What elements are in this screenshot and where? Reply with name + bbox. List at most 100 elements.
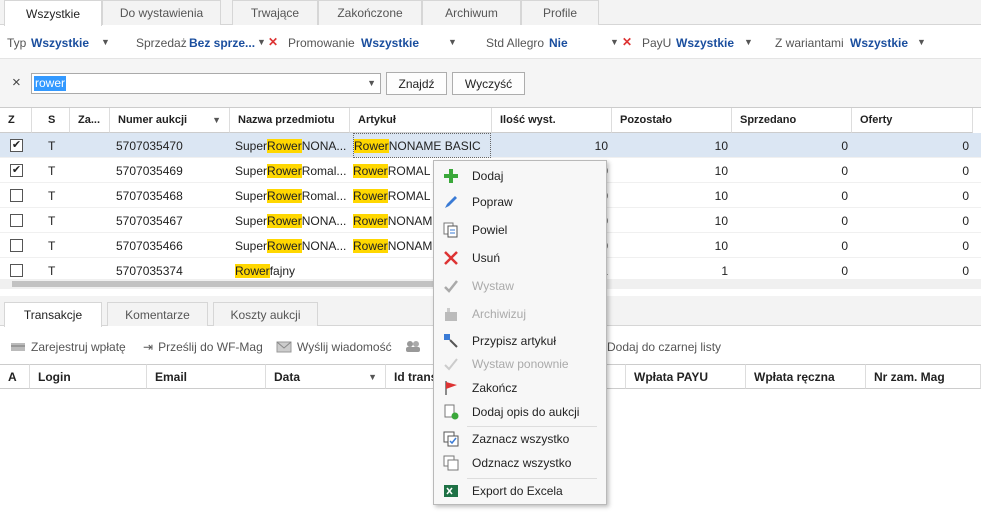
checkbox[interactable]: ✔ [10, 164, 23, 177]
menu-item[interactable]: Zaznacz wszystko [435, 427, 605, 451]
cell-pozostalo: 10 [714, 188, 728, 203]
row-checkbox[interactable] [10, 233, 30, 258]
cell-nazwa: Super Rower NONA... [235, 208, 349, 233]
checkbox[interactable] [10, 264, 23, 277]
menu-item[interactable]: Odznacz wszystko [435, 451, 605, 475]
find-button[interactable]: Znajdź [386, 72, 447, 95]
col-header-login[interactable]: Login [30, 364, 147, 389]
menu-item-label: Archiwizuj [472, 307, 527, 321]
checkbox[interactable] [10, 239, 23, 252]
col-header-za[interactable]: Za... [70, 108, 110, 133]
col-header-numer-aukcji[interactable]: Numer aukcji ▼ [110, 108, 230, 133]
search-highlight: Rower [267, 163, 302, 178]
tab-koszty-aukcji[interactable]: Koszty aukcji [213, 302, 318, 326]
filter-std-label: Std Allegro [486, 36, 545, 50]
col-header-wplata-reczna[interactable]: Wpłata ręczna [746, 364, 866, 389]
col-header-email[interactable]: Email [147, 364, 266, 389]
filter-payu-value[interactable]: Wszystkie [676, 36, 734, 50]
row-checkbox[interactable]: ✔ [10, 158, 30, 183]
chevron-down-icon[interactable]: ▼ [367, 78, 376, 88]
chevron-down-icon[interactable]: ▼ [448, 37, 457, 47]
menu-item-label: Zaznacz wszystko [472, 432, 570, 446]
users-icon[interactable] [404, 340, 422, 352]
col-header-sprzedano[interactable]: Sprzedano [732, 108, 852, 133]
col-header-nazwa[interactable]: Nazwa przedmiotu [230, 108, 350, 133]
checkbox[interactable]: ✔ [10, 139, 23, 152]
tab-trwajace[interactable]: Trwające [232, 0, 318, 25]
search-input[interactable]: rower ▼ [31, 73, 381, 94]
menu-item[interactable]: Przypisz artykuł [435, 329, 605, 353]
chevron-down-icon[interactable]: ▼ [610, 37, 619, 47]
filter-warianty-value[interactable]: Wszystkie [850, 36, 908, 50]
checkbox[interactable] [10, 214, 23, 227]
col-header-s[interactable]: S [32, 108, 70, 133]
excel-icon [443, 483, 459, 499]
col-header-nr-zam-mag[interactable]: Nr zam. Mag [866, 364, 981, 389]
menu-item: Wystaw [435, 274, 605, 298]
menu-item[interactable]: Dodaj [435, 164, 605, 188]
filter-std-value[interactable]: Nie [549, 36, 568, 50]
col-header-data[interactable]: Data ▼ [266, 364, 386, 389]
col-header-z[interactable]: Z [0, 108, 32, 133]
menu-item[interactable]: Dodaj opis do aukcji [435, 400, 605, 424]
col-header-label: Numer aukcji [118, 114, 188, 126]
col-header-wplata-payu[interactable]: Wpłata PAYU [626, 364, 746, 389]
menu-item[interactable]: Zakończ [435, 376, 605, 400]
clear-button[interactable]: Wyczyść [452, 72, 525, 95]
chevron-down-icon[interactable]: ▼ [744, 37, 753, 47]
filter-typ-value[interactable]: Wszystkie [31, 36, 89, 50]
tab-profile[interactable]: Profile [521, 0, 599, 25]
tab-transakcje[interactable]: Transakcje [4, 302, 102, 327]
register-payment-button[interactable]: Zarejestruj wpłatę [10, 340, 126, 354]
menu-separator [467, 426, 597, 427]
tab-do-wystawienia[interactable]: Do wystawienia [102, 0, 221, 25]
filter-promowanie-value[interactable]: Wszystkie [361, 36, 419, 50]
deselect-all-icon [443, 455, 459, 471]
tab-wszystkie[interactable]: Wszystkie [4, 0, 102, 26]
col-header-oferty[interactable]: Oferty [852, 108, 973, 133]
name-prefix: Super [235, 163, 268, 178]
clear-filter-icon[interactable]: ✕ [268, 35, 278, 49]
tab-archiwum[interactable]: Archiwum [422, 0, 521, 25]
menu-item[interactable]: Popraw [435, 190, 605, 214]
search-highlight: Rower [267, 238, 302, 253]
filter-sprzedaz-value[interactable]: Bez sprze... [189, 36, 255, 50]
search-highlight: Rower [267, 213, 302, 228]
menu-item-label: Wystaw [472, 279, 514, 293]
register-payment-label: Zarejestruj wpłatę [31, 340, 126, 354]
clear-filter-icon[interactable]: ✕ [622, 35, 632, 49]
cell-numer-aukcji: 5707035467 [116, 213, 183, 228]
table-row[interactable]: ✔ T 5707035470 Super Rower NONA... Rower NON… [0, 133, 981, 158]
menu-item[interactable]: Powiel [435, 218, 605, 242]
filter-payu-label: PayU [642, 36, 672, 50]
menu-item[interactable]: Usuń [435, 246, 605, 270]
col-header-a[interactable]: A [0, 364, 30, 389]
cell-s: T [48, 213, 56, 228]
send-to-wfmag-button[interactable]: ⇥ Prześlij do WF-Mag [143, 340, 263, 354]
tab-komentarze[interactable]: Komentarze [107, 302, 208, 326]
chevron-down-icon[interactable]: ▼ [101, 37, 110, 47]
col-header-artykul[interactable]: Artykuł [350, 108, 492, 133]
blacklist-label: Dodaj do czarnej listy [607, 340, 722, 354]
row-checkbox[interactable] [10, 208, 30, 233]
chevron-down-icon[interactable]: ▼ [257, 37, 266, 47]
article-suffix: ROMAL [387, 163, 431, 178]
close-icon[interactable]: × [12, 74, 21, 91]
col-header-pozostalo[interactable]: Pozostało [612, 108, 732, 133]
blacklist-button[interactable]: Dodaj do czarnej listy [607, 340, 721, 354]
menu-item-label: Export do Excela [472, 484, 563, 498]
cell-sprzedano: 0 [841, 163, 848, 178]
search-highlight: Rower [354, 138, 389, 153]
name-suffix: fajny [269, 263, 296, 278]
checkbox[interactable] [10, 189, 23, 202]
cell-numer-aukcji: 5707035469 [116, 163, 183, 178]
cell-s: T [48, 138, 56, 153]
row-checkbox[interactable] [10, 183, 30, 208]
send-message-button[interactable]: Wyślij wiadomość [276, 340, 392, 354]
name-prefix: Super [235, 188, 268, 203]
col-header-ilosc[interactable]: Ilość wyst. [492, 108, 612, 133]
chevron-down-icon[interactable]: ▼ [917, 37, 926, 47]
tab-zakonczone[interactable]: Zakończone [318, 0, 422, 25]
menu-item[interactable]: Export do Excela [435, 479, 605, 503]
row-checkbox[interactable]: ✔ [10, 133, 30, 158]
